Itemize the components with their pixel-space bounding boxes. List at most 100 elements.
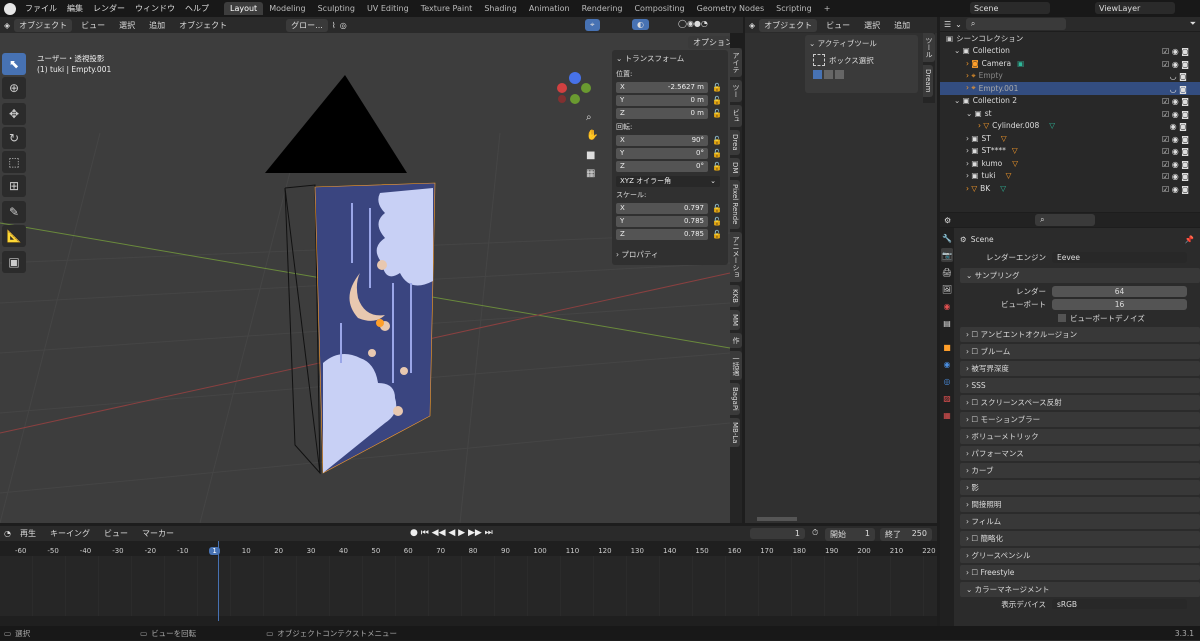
menu-add[interactable]: 追加: [144, 20, 170, 31]
tab-tool-mid[interactable]: ツール: [923, 33, 935, 62]
menu-help[interactable]: ヘルプ: [180, 3, 214, 14]
tab-animation[interactable]: Animation: [523, 2, 576, 15]
editor-type-icon[interactable]: ◈: [749, 21, 755, 30]
render-engine-select[interactable]: Eevee: [1052, 251, 1187, 263]
location-y-field[interactable]: Y0 m: [616, 94, 708, 106]
tab-item[interactable]: アイテ: [730, 48, 742, 77]
menu-object[interactable]: オブジェクト: [174, 20, 232, 31]
section-curves[interactable]: › カーブ: [960, 463, 1200, 478]
menu-keying[interactable]: キーイング: [45, 528, 95, 539]
menu-file[interactable]: ファイル: [20, 3, 62, 14]
start-frame-field[interactable]: 開始 1: [825, 528, 875, 541]
tab-mm[interactable]: MM: [730, 309, 740, 330]
section-motion-blur[interactable]: › ☐ モーションブラー: [960, 412, 1200, 427]
mid-menu-view[interactable]: ビュー: [821, 20, 855, 31]
playback-controls[interactable]: ● ⏮ ◀◀ ◀ ▶ ▶▶ ⏭: [410, 528, 493, 538]
overlay-toggle-icon[interactable]: ◐: [632, 19, 649, 30]
lock-icon[interactable]: 🔓: [712, 83, 722, 92]
output-props-icon[interactable]: 🖨: [941, 265, 953, 279]
section-sampling[interactable]: ⌄ サンプリング: [960, 268, 1200, 283]
navigation-gizmo[interactable]: [557, 72, 591, 104]
rotation-z-field[interactable]: Z 0°: [616, 160, 708, 172]
menu-window[interactable]: ウィンドウ: [130, 3, 180, 14]
render-samples-field[interactable]: 64: [1052, 286, 1187, 297]
scale-z-field[interactable]: Z 0.785: [616, 228, 708, 240]
editor-type-icon[interactable]: ⚙: [944, 216, 951, 225]
move-tool-icon[interactable]: ✥: [2, 103, 26, 125]
pin-icon[interactable]: 📌: [1185, 235, 1194, 244]
tab-dream[interactable]: Drea: [730, 130, 740, 155]
tab-layout[interactable]: Layout: [224, 2, 264, 15]
end-frame-field[interactable]: 終了 250: [880, 528, 932, 541]
properties-search-input[interactable]: ⌕: [1035, 214, 1096, 226]
editor-type-icon[interactable]: ◈: [4, 21, 10, 30]
outliner-row-collection-2[interactable]: ⌄ ▣ Collection 2: [940, 95, 1200, 108]
lock-icon[interactable]: 🔓: [712, 162, 722, 171]
menu-render[interactable]: レンダー: [88, 3, 130, 14]
tab-pixel-render[interactable]: Pixel Rende: [730, 180, 740, 229]
lock-icon[interactable]: 🔓: [712, 230, 722, 239]
select-tool-icon[interactable]: ⬉: [2, 53, 26, 75]
section-film[interactable]: › フィルム: [960, 514, 1200, 529]
outliner-search-input[interactable]: ⌕: [965, 18, 1066, 30]
menu-playback[interactable]: 再生: [15, 528, 41, 539]
mid-view[interactable]: ⌄ アクティブツール ボックス選択 ツール Dream: [745, 33, 937, 523]
current-frame-field[interactable]: 1: [750, 528, 805, 539]
annotate-tool-icon[interactable]: ✎: [2, 201, 26, 223]
blender-logo-icon[interactable]: [4, 2, 16, 15]
object-props-icon[interactable]: ■: [941, 340, 953, 354]
transform-tool-icon[interactable]: ⊞: [2, 175, 26, 197]
tab-bagapie[interactable]: BagaPi: [730, 382, 740, 415]
location-x-field[interactable]: X -2.5627 m: [616, 81, 708, 93]
display-device-select[interactable]: sRGB: [1052, 599, 1187, 609]
measure-tool-icon[interactable]: 📐: [2, 225, 26, 247]
tab-animation[interactable]: アニメーショ: [730, 231, 742, 282]
viewport-samples-field[interactable]: 16: [1052, 299, 1187, 310]
properties-panel-header[interactable]: › プロパティ: [612, 241, 728, 268]
scene-selector[interactable]: Scene: [970, 2, 1050, 14]
lock-icon[interactable]: 🔓: [712, 217, 722, 226]
section-volumetric[interactable]: › ボリューメトリック: [960, 429, 1200, 444]
transform-panel-header[interactable]: ⌄ トランスフォーム: [612, 50, 728, 67]
cursor-tool-icon[interactable]: ⊕: [2, 77, 26, 99]
menu-edit[interactable]: 編集: [62, 3, 88, 14]
section-ambient-occlusion[interactable]: › ☐ アンビエントオクルージョン: [960, 327, 1200, 342]
tab-saku[interactable]: 作: [730, 332, 742, 348]
view-nav-icons[interactable]: ⌕ ✋ ■ ▦: [586, 112, 598, 179]
tab-dm[interactable]: DM: [730, 157, 740, 178]
section-indirect-lighting[interactable]: › 間接照明: [960, 497, 1200, 512]
data-props-icon[interactable]: ▨: [941, 391, 953, 405]
outliner-row-st-stars[interactable]: › ▣ ST**** ▽: [940, 145, 1200, 158]
transform-orientation[interactable]: グロー...: [286, 18, 328, 32]
rotation-mode-select[interactable]: XYZ オイラー角 ⌄: [616, 175, 720, 187]
tab-scripting[interactable]: Scripting: [770, 2, 818, 15]
denoise-row[interactable]: ビューポートデノイズ: [960, 311, 1200, 325]
texture-props-icon[interactable]: ▦: [941, 408, 953, 422]
outliner-row-empty-001[interactable]: › ⌖ Empty.001: [940, 82, 1200, 95]
menu-marker[interactable]: マーカー: [137, 528, 179, 539]
tab-mb-lab[interactable]: MB-La: [730, 417, 740, 448]
gizmo-toggle-icon[interactable]: ⌖: [585, 19, 600, 31]
constraints-props-icon[interactable]: ◎: [941, 374, 953, 388]
filter-icon[interactable]: ⌄: [955, 20, 962, 29]
clock-icon[interactable]: ⏱: [812, 528, 818, 538]
tab-uv-editing[interactable]: UV Editing: [361, 2, 415, 15]
outliner-root[interactable]: ▣ シーンコレクション: [940, 32, 1200, 45]
black-triangle-object[interactable]: [265, 75, 407, 173]
tab-kkb[interactable]: KKB: [730, 284, 740, 307]
outliner-row-bk[interactable]: › ▽ BK ▽: [940, 182, 1200, 195]
box-select-row[interactable]: ボックス選択: [805, 52, 918, 68]
outliner-row-cylinder[interactable]: › ▽ Cylinder.008 ▽: [940, 120, 1200, 133]
render-props-icon[interactable]: 📷: [941, 248, 953, 262]
outliner-row-camera[interactable]: › ◙ Camera ▣: [940, 57, 1200, 70]
tab-view[interactable]: ビュ: [730, 105, 742, 127]
tab-shading[interactable]: Shading: [478, 2, 523, 15]
section-performance[interactable]: › パフォーマンス: [960, 446, 1200, 461]
mid-menu-select[interactable]: 選択: [859, 20, 885, 31]
tab-rendering[interactable]: Rendering: [576, 2, 629, 15]
scale-x-field[interactable]: X 0.797: [616, 202, 708, 214]
tab-geometry-nodes[interactable]: Geometry Nodes: [691, 2, 770, 15]
tab-sculpting[interactable]: Sculpting: [312, 2, 361, 15]
outliner-row-st[interactable]: ⌄ ▣ st: [940, 107, 1200, 120]
view-layer-props-icon[interactable]: 🖼: [941, 282, 953, 296]
